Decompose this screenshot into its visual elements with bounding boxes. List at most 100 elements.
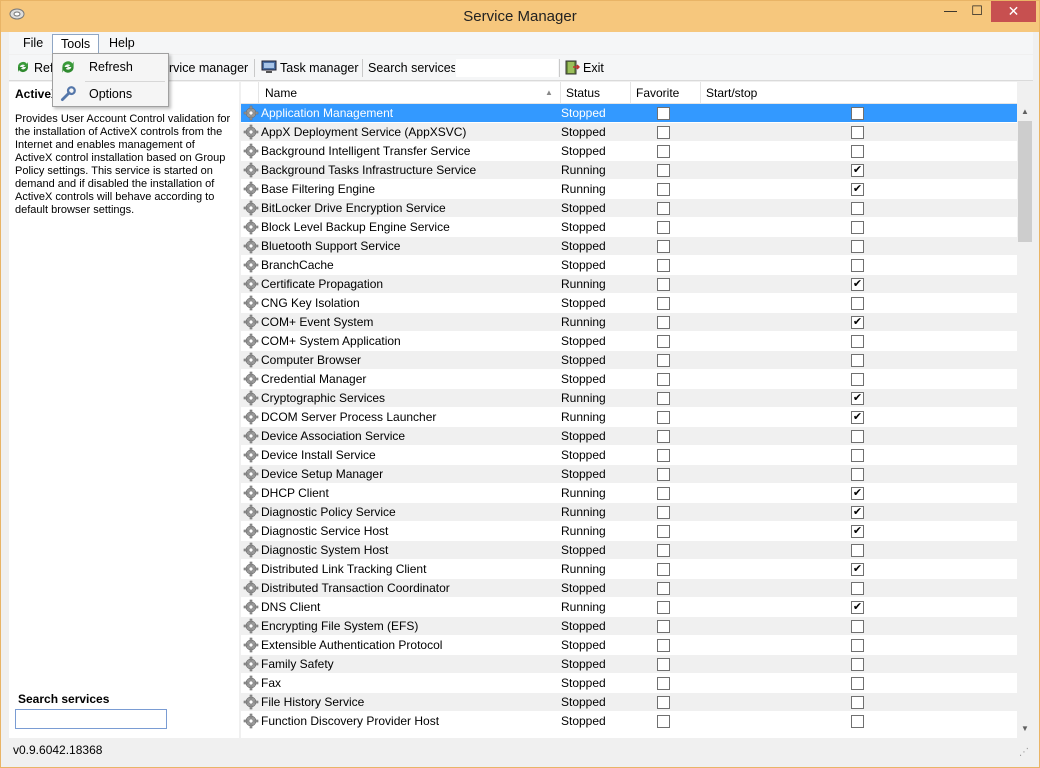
startstop-checkbox[interactable] bbox=[851, 221, 864, 234]
startstop-checkbox[interactable] bbox=[851, 107, 864, 120]
maximize-button[interactable]: ☐ bbox=[964, 1, 990, 22]
favorite-checkbox[interactable] bbox=[657, 601, 670, 614]
favorite-checkbox[interactable] bbox=[657, 373, 670, 386]
startstop-checkbox[interactable]: ✔ bbox=[851, 487, 864, 500]
favorite-checkbox[interactable] bbox=[657, 544, 670, 557]
favorite-checkbox[interactable] bbox=[657, 392, 670, 405]
table-row[interactable]: Cryptographic Services Running ✔ bbox=[241, 389, 1017, 408]
startstop-checkbox[interactable] bbox=[851, 620, 864, 633]
table-row[interactable]: Device Setup Manager Stopped bbox=[241, 465, 1017, 484]
table-row[interactable]: Certificate Propagation Running ✔ bbox=[241, 275, 1017, 294]
scroll-thumb[interactable] bbox=[1018, 121, 1032, 242]
panel-search-input[interactable] bbox=[15, 709, 167, 729]
favorite-checkbox[interactable] bbox=[657, 221, 670, 234]
menu-help[interactable]: Help bbox=[101, 34, 143, 54]
favorite-checkbox[interactable] bbox=[657, 164, 670, 177]
table-row[interactable]: Computer Browser Stopped bbox=[241, 351, 1017, 370]
table-row[interactable]: Background Intelligent Transfer Service S… bbox=[241, 142, 1017, 161]
favorite-checkbox[interactable] bbox=[657, 449, 670, 462]
startstop-checkbox[interactable] bbox=[851, 658, 864, 671]
toolbar-service-manager-button[interactable]: rvice manager bbox=[169, 58, 248, 78]
favorite-checkbox[interactable] bbox=[657, 202, 670, 215]
favorite-checkbox[interactable] bbox=[657, 297, 670, 310]
table-row[interactable]: Encrypting File System (EFS) Stopped bbox=[241, 617, 1017, 636]
favorite-checkbox[interactable] bbox=[657, 316, 670, 329]
startstop-checkbox[interactable] bbox=[851, 544, 864, 557]
menu-item-options[interactable]: Options bbox=[55, 82, 166, 106]
header-startstop[interactable]: Start/stop bbox=[701, 82, 1017, 104]
startstop-checkbox[interactable] bbox=[851, 430, 864, 443]
table-row[interactable]: Credential Manager Stopped bbox=[241, 370, 1017, 389]
startstop-checkbox[interactable]: ✔ bbox=[851, 563, 864, 576]
table-row[interactable]: COM+ System Application Stopped bbox=[241, 332, 1017, 351]
favorite-checkbox[interactable] bbox=[657, 677, 670, 690]
close-button[interactable]: ✕ bbox=[991, 1, 1036, 22]
startstop-checkbox[interactable] bbox=[851, 677, 864, 690]
table-row[interactable]: AppX Deployment Service (AppXSVC) Stopped bbox=[241, 123, 1017, 142]
favorite-checkbox[interactable] bbox=[657, 126, 670, 139]
favorite-checkbox[interactable] bbox=[657, 259, 670, 272]
scroll-down-arrow-icon[interactable]: ▼ bbox=[1021, 724, 1029, 733]
startstop-checkbox[interactable]: ✔ bbox=[851, 411, 864, 424]
favorite-checkbox[interactable] bbox=[657, 658, 670, 671]
startstop-checkbox[interactable] bbox=[851, 582, 864, 595]
table-row[interactable]: Diagnostic System Host Stopped bbox=[241, 541, 1017, 560]
table-row[interactable]: Fax Stopped bbox=[241, 674, 1017, 693]
minimize-button[interactable]: — bbox=[937, 1, 964, 22]
scroll-up-arrow-icon[interactable]: ▲ bbox=[1021, 107, 1029, 116]
favorite-checkbox[interactable] bbox=[657, 278, 670, 291]
resize-grip-icon[interactable]: ⋰ bbox=[1019, 747, 1029, 758]
startstop-checkbox[interactable] bbox=[851, 240, 864, 253]
favorite-checkbox[interactable] bbox=[657, 107, 670, 120]
vertical-scrollbar[interactable]: ▲ ▼ bbox=[1017, 104, 1033, 738]
startstop-checkbox[interactable]: ✔ bbox=[851, 525, 864, 538]
table-row[interactable]: BranchCache Stopped bbox=[241, 256, 1017, 275]
title-bar[interactable]: Service Manager — ☐ ✕ bbox=[1, 1, 1039, 32]
startstop-checkbox[interactable]: ✔ bbox=[851, 601, 864, 614]
table-row[interactable]: Device Association Service Stopped bbox=[241, 427, 1017, 446]
menu-file[interactable]: File bbox=[15, 34, 51, 54]
table-row[interactable]: DNS Client Running ✔ bbox=[241, 598, 1017, 617]
startstop-checkbox[interactable]: ✔ bbox=[851, 164, 864, 177]
startstop-checkbox[interactable]: ✔ bbox=[851, 392, 864, 405]
favorite-checkbox[interactable] bbox=[657, 145, 670, 158]
table-row[interactable]: CNG Key Isolation Stopped bbox=[241, 294, 1017, 313]
favorite-checkbox[interactable] bbox=[657, 563, 670, 576]
startstop-checkbox[interactable] bbox=[851, 449, 864, 462]
toolbar-task-manager-button[interactable]: Task manager bbox=[261, 58, 359, 78]
header-name[interactable]: Name ▲ bbox=[259, 82, 561, 104]
startstop-checkbox[interactable] bbox=[851, 259, 864, 272]
table-row[interactable]: Diagnostic Policy Service Running ✔ bbox=[241, 503, 1017, 522]
table-row[interactable]: Family Safety Stopped bbox=[241, 655, 1017, 674]
startstop-checkbox[interactable] bbox=[851, 468, 864, 481]
table-row[interactable]: Base Filtering Engine Running ✔ bbox=[241, 180, 1017, 199]
table-row[interactable]: File History Service Stopped bbox=[241, 693, 1017, 712]
favorite-checkbox[interactable] bbox=[657, 240, 670, 253]
table-row[interactable]: COM+ Event System Running ✔ bbox=[241, 313, 1017, 332]
startstop-checkbox[interactable]: ✔ bbox=[851, 183, 864, 196]
menu-item-refresh[interactable]: Refresh bbox=[55, 55, 166, 79]
table-row[interactable]: Bluetooth Support Service Stopped bbox=[241, 237, 1017, 256]
startstop-checkbox[interactable]: ✔ bbox=[851, 506, 864, 519]
menu-tools[interactable]: Tools bbox=[52, 34, 100, 54]
table-row[interactable]: DCOM Server Process Launcher Running ✔ bbox=[241, 408, 1017, 427]
startstop-checkbox[interactable] bbox=[851, 335, 864, 348]
table-row[interactable]: Distributed Link Tracking Client Running ✔ bbox=[241, 560, 1017, 579]
favorite-checkbox[interactable] bbox=[657, 468, 670, 481]
table-row[interactable]: Distributed Transaction Coordinator Stopp… bbox=[241, 579, 1017, 598]
startstop-checkbox[interactable]: ✔ bbox=[851, 316, 864, 329]
favorite-checkbox[interactable] bbox=[657, 715, 670, 728]
table-row[interactable]: BitLocker Drive Encryption Service Stoppe… bbox=[241, 199, 1017, 218]
favorite-checkbox[interactable] bbox=[657, 354, 670, 367]
favorite-checkbox[interactable] bbox=[657, 335, 670, 348]
startstop-checkbox[interactable] bbox=[851, 126, 864, 139]
table-row[interactable]: Background Tasks Infrastructure Service R… bbox=[241, 161, 1017, 180]
startstop-checkbox[interactable] bbox=[851, 696, 864, 709]
favorite-checkbox[interactable] bbox=[657, 582, 670, 595]
favorite-checkbox[interactable] bbox=[657, 506, 670, 519]
startstop-checkbox[interactable] bbox=[851, 145, 864, 158]
startstop-checkbox[interactable] bbox=[851, 202, 864, 215]
favorite-checkbox[interactable] bbox=[657, 411, 670, 424]
table-row[interactable]: Device Install Service Stopped bbox=[241, 446, 1017, 465]
favorite-checkbox[interactable] bbox=[657, 487, 670, 500]
